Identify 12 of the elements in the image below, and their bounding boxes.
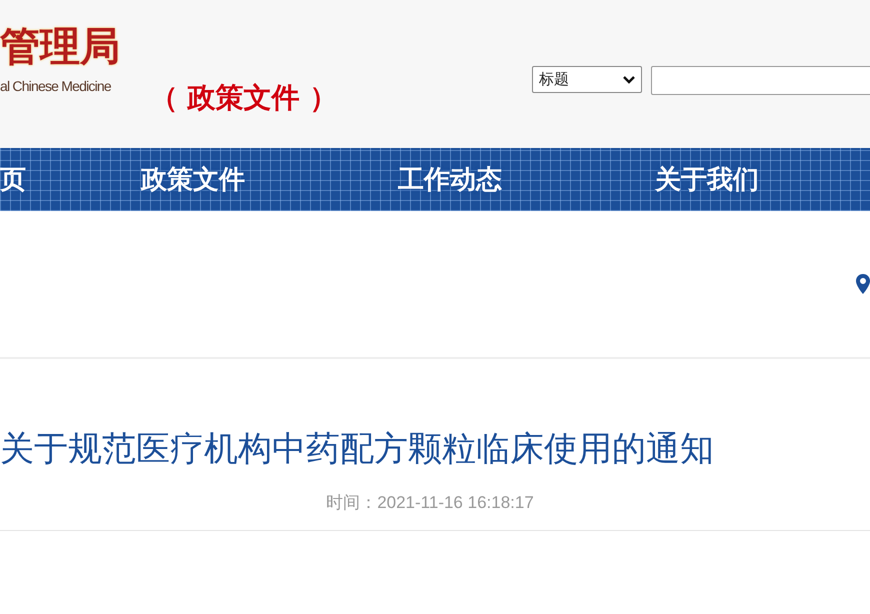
nav-link[interactable]: 工作动态: [398, 162, 502, 197]
logo-subtitle: al Chinese Medicine: [0, 78, 112, 94]
location-pin-icon: [856, 274, 870, 294]
nav-link[interactable]: 关于我们: [655, 162, 759, 197]
publish-time: 时间：2021-11-16 16:18:17: [326, 492, 534, 514]
nav-link[interactable]: 政策文件: [141, 162, 245, 197]
search-scope-select[interactable]: 标题: [532, 66, 642, 93]
caret-icon: [623, 76, 635, 84]
search-field[interactable]: [651, 66, 870, 95]
nav-link[interactable]: 页: [0, 162, 26, 197]
article-title: 关于规范医疗机构中药配方颗粒临床使用的通知: [0, 429, 715, 469]
section-title: （ 政策文件 ）: [150, 80, 338, 116]
